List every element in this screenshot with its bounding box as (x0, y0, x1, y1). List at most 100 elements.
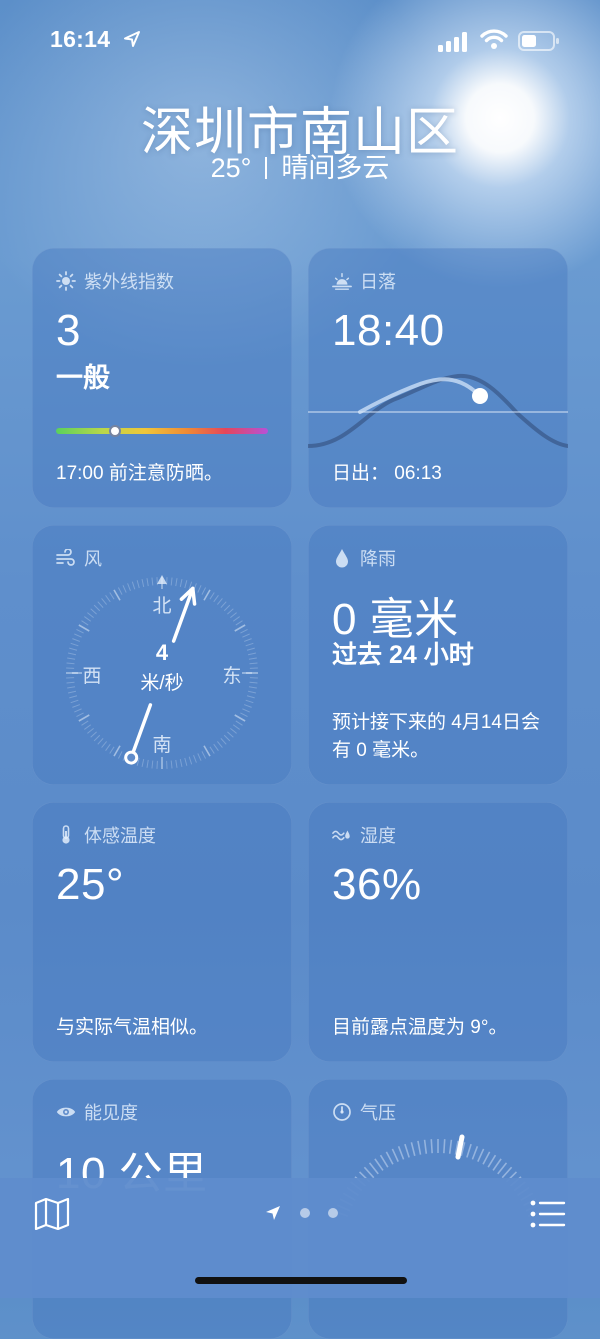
humidity-card[interactable]: 湿度 36% 目前露点温度为 9°。 (308, 802, 568, 1062)
compass-tick (224, 605, 230, 611)
status-time: 16:14 (50, 26, 110, 53)
pressure-tick (493, 1159, 501, 1170)
compass-tick (74, 709, 81, 712)
pressure-tick (375, 1159, 383, 1170)
compass-tick (171, 761, 172, 769)
page-dot[interactable] (300, 1208, 310, 1218)
map-icon[interactable] (34, 1198, 70, 1230)
compass-tick (185, 758, 187, 766)
compass-tick (98, 602, 103, 608)
pressure-card-title: 气压 (360, 1099, 396, 1125)
feels-like-value: 25° (56, 860, 124, 910)
precipitation-card-header: 降雨 (332, 545, 396, 571)
status-bar: 16:14 (0, 0, 600, 80)
location-arrow-icon[interactable] (264, 1204, 282, 1222)
compass-tick (227, 732, 233, 737)
compass-tick (198, 585, 201, 592)
compass-tick (147, 578, 148, 586)
pressure-tick (431, 1139, 432, 1153)
compass-tick (152, 578, 153, 586)
compass-tick (69, 696, 77, 698)
precipitation-period: 过去 24 小时 (332, 635, 474, 671)
compass-tick (74, 634, 81, 637)
page-dot[interactable] (328, 1208, 338, 1218)
humidity-card-title: 湿度 (360, 822, 396, 848)
compass-tick (242, 634, 249, 637)
compass-tick (71, 700, 79, 702)
compass-tick (87, 728, 93, 733)
compass-tick (210, 592, 214, 599)
compass-tick (236, 721, 243, 725)
pressure-tick (386, 1152, 393, 1164)
compass-tick (202, 587, 206, 594)
sunset-card[interactable]: 日落 18:40 日出： 06:13 (308, 248, 568, 508)
compass-tick (247, 696, 255, 698)
pressure-card-header: 气压 (332, 1099, 396, 1125)
wind-arrow-tail (126, 752, 137, 763)
feels-like-note: 与实际气温相似。 (56, 1014, 276, 1042)
compass-tick (171, 578, 172, 586)
pressure-tick (450, 1140, 452, 1154)
pressure-tick (405, 1144, 409, 1157)
home-indicator[interactable] (195, 1277, 407, 1284)
sunrise-label: 日出： (332, 463, 389, 484)
precipitation-card[interactable]: 降雨 0 毫米 过去 24 小时 预计接下来的 4月14日会有 0 毫米。 (308, 525, 568, 785)
compass-tick (76, 629, 83, 633)
feels-like-card[interactable]: 体感温度 25° 与实际气温相似。 (32, 802, 292, 1062)
summary-divider (265, 157, 267, 179)
compass-tick (94, 735, 100, 741)
sunset-time: 18:40 (332, 306, 445, 356)
compass-tick (233, 617, 239, 622)
compass-tick (227, 609, 233, 614)
compass-tick (185, 580, 187, 588)
compass-tick (110, 747, 114, 754)
sun-icon (56, 271, 76, 291)
compass-tick (84, 725, 90, 730)
compass-tick (198, 753, 201, 760)
sunset-card-title: 日落 (360, 268, 396, 294)
compass-tick (102, 598, 107, 604)
gauge-icon (332, 1102, 352, 1122)
compass-tick (128, 583, 131, 590)
pressure-tick (364, 1167, 373, 1177)
compass-tick (233, 725, 239, 730)
compass-tick (221, 738, 226, 744)
compass-tick (230, 613, 236, 618)
compass-tick (142, 759, 144, 767)
compass-tick (98, 738, 103, 744)
list-icon[interactable] (530, 1200, 566, 1228)
sun-path-graph (308, 368, 568, 458)
pressure-tick (370, 1163, 379, 1174)
compass-tick (214, 595, 219, 601)
uv-index-card[interactable]: 紫外线指数 3 一般 17:00 前注意防晒。 (32, 248, 292, 508)
compass-tick (114, 590, 120, 600)
pressure-tick (488, 1155, 495, 1167)
precipitation-card-title: 降雨 (360, 545, 396, 571)
compass-tick (180, 579, 182, 587)
pressure-tick (444, 1139, 445, 1153)
uv-index-level: 一般 (56, 356, 110, 395)
compass-tick (204, 746, 210, 756)
compass-tick (230, 728, 236, 733)
page-indicator[interactable] (264, 1204, 338, 1222)
pressure-tick (498, 1163, 507, 1174)
location-arrow-icon (122, 29, 142, 49)
compass-tick (118, 587, 122, 594)
compass-tick (214, 744, 219, 750)
uv-index-marker (109, 425, 121, 437)
compass-tick (224, 735, 230, 741)
current-summary: 25°晴间多云 (0, 146, 600, 185)
wind-card[interactable]: 风 北 南 东 西 4 米/秒 (32, 525, 292, 785)
pressure-tick (467, 1144, 471, 1157)
compass-tick (246, 700, 254, 702)
humidity-card-header: 湿度 (332, 822, 396, 848)
compass-tick (240, 713, 247, 717)
wind-speed-block: 4 米/秒 (32, 640, 292, 695)
compass-tick (79, 715, 89, 721)
eye-icon (56, 1102, 76, 1122)
compass-tick (235, 625, 245, 631)
compass-tick (91, 609, 97, 614)
compass-tick (235, 715, 245, 721)
compass-tick (236, 621, 243, 625)
humidity-icon (332, 825, 352, 845)
